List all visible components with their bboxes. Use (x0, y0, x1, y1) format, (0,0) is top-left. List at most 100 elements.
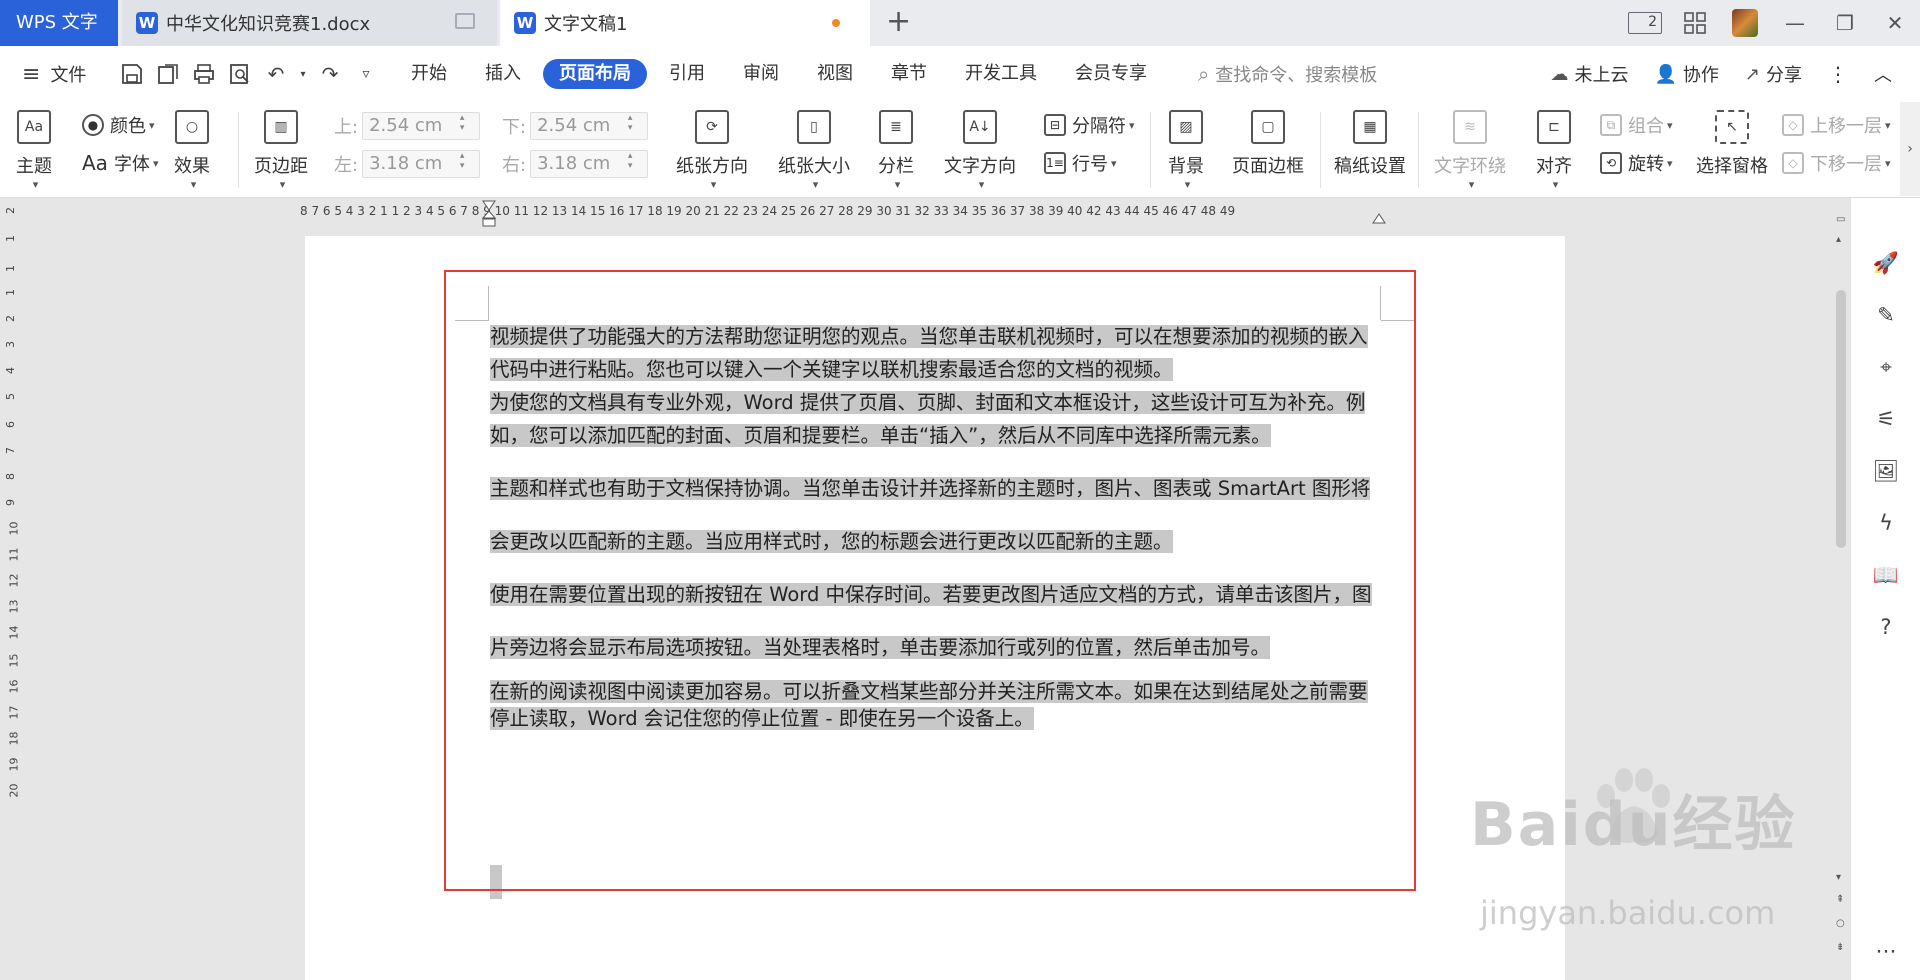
app-tab[interactable]: WPS 文字 (0, 0, 118, 46)
grid-icon[interactable] (1678, 8, 1712, 38)
selection-pane-button[interactable]: ↖ 选择窗格 (1696, 110, 1768, 178)
print-preview-icon[interactable] (226, 60, 254, 88)
previous-page-icon[interactable]: ⇞ (1836, 894, 1844, 905)
tab-home[interactable]: 开始 (395, 59, 463, 89)
tab-view[interactable]: 视图 (801, 59, 869, 89)
font-button[interactable]: Aa 字体 (82, 150, 158, 176)
sliders-icon[interactable]: ⚟ (1873, 406, 1899, 432)
scroll-down-icon[interactable]: ▾ (1836, 872, 1841, 883)
tab-references[interactable]: 引用 (653, 59, 721, 89)
hamburger-icon: ≡ (22, 61, 41, 87)
separator-button[interactable]: ⊟ 分隔符 (1044, 112, 1135, 138)
tab-member[interactable]: 会员专享 (1059, 59, 1163, 89)
group-button[interactable]: ⧉ 组合 (1600, 112, 1673, 138)
pen-icon[interactable]: ✎ (1873, 302, 1899, 328)
margins-button[interactable]: ▥ 页边距 (254, 110, 308, 191)
tab-review[interactable]: 审阅 (727, 59, 795, 89)
redo-icon[interactable]: ↷ (316, 60, 344, 88)
columns-button[interactable]: ≣ 分栏 (878, 110, 914, 191)
margin-top-input[interactable]: 2.54 cm (362, 112, 481, 140)
tab-page-layout[interactable]: 页面布局 (543, 59, 647, 89)
new-tab-button[interactable]: + (886, 4, 911, 40)
avatar[interactable] (1728, 8, 1762, 38)
save-as-icon[interactable] (154, 60, 182, 88)
margins-label: 页边距 (254, 156, 308, 177)
monitor-icon[interactable] (455, 13, 475, 29)
title-tab-bar: WPS 文字 W 中华文化知识竞赛1.docx W 文字文稿1 + 2 — ❐ … (0, 0, 1920, 46)
image-edit-icon[interactable]: 🖼 (1873, 458, 1900, 484)
draft-setting-button[interactable]: ▦ 稿纸设置 (1334, 110, 1406, 178)
share-button[interactable]: ↗ 分享 (1745, 61, 1802, 87)
send-backward-button[interactable]: ◇ 下移一层 (1782, 150, 1891, 176)
orientation-button[interactable]: ⟳ 纸张方向 (676, 110, 748, 191)
vertical-ruler-number: 8 (4, 473, 17, 480)
draft-grid-icon: ▦ (1353, 110, 1387, 144)
next-page-icon[interactable]: ⇟ (1836, 942, 1844, 953)
select-browse-object-icon[interactable]: ○ (1836, 918, 1845, 929)
scroll-up-icon[interactable]: ▴ (1836, 234, 1841, 245)
rotate-button[interactable]: ⟲ 旋转 (1600, 150, 1673, 176)
margin-top-label: 上: (334, 117, 359, 138)
cursor-icon[interactable]: ⌖ (1873, 354, 1899, 380)
text-wrap-label: 文字环绕 (1434, 156, 1506, 177)
layout-badge-icon[interactable]: 2 (1628, 8, 1662, 38)
split-view-icon[interactable]: ▭ (1836, 214, 1845, 225)
margin-left-field[interactable]: 左: 3.18 cm (334, 150, 481, 178)
document-tab-1[interactable]: W 中华文化知识竞赛1.docx (122, 0, 497, 46)
more-options-icon[interactable]: ⋯ (1873, 938, 1899, 964)
file-menu[interactable]: ≡ 文件 (22, 46, 86, 102)
margin-bottom-input[interactable]: 2.54 cm (530, 112, 649, 140)
ribbon-scroll-right-icon[interactable]: › (1900, 102, 1920, 196)
text-wrap-button[interactable]: ≋ 文字环绕 (1434, 110, 1506, 191)
margin-bottom-field[interactable]: 下: 2.54 cm (502, 112, 649, 140)
tab-insert[interactable]: 插入 (469, 59, 537, 89)
print-icon[interactable] (190, 60, 218, 88)
vertical-ruler[interactable]: 2 1 1 1 2 3 4 5 6 7 8 9 10 11 12 13 14 15 16 17 18 19 20 (0, 207, 22, 980)
theme-button[interactable]: Aa 主题 (16, 110, 52, 191)
collapse-ribbon-icon[interactable]: ︿ (1874, 61, 1892, 87)
undo-icon[interactable]: ↶ (262, 60, 290, 88)
vertical-ruler-number: 2 (4, 207, 17, 214)
rocket-icon[interactable]: 🚀 (1873, 250, 1899, 276)
restore-button[interactable]: ❐ (1828, 8, 1862, 38)
minimize-button[interactable]: — (1778, 8, 1812, 38)
page-border-label: 页面边框 (1232, 156, 1304, 177)
margin-left-input[interactable]: 3.18 cm (362, 150, 481, 178)
vertical-scrollbar[interactable]: ▭ ▴ ▾ ⇞ ○ ⇟ (1832, 214, 1850, 980)
margin-right-input[interactable]: 3.18 cm (530, 150, 649, 178)
paper-size-button[interactable]: ▯ 纸张大小 (778, 110, 850, 191)
scroll-thumb[interactable] (1836, 290, 1846, 548)
tab-developer[interactable]: 开发工具 (949, 59, 1053, 89)
margin-top-field[interactable]: 上: 2.54 cm (334, 112, 481, 140)
wps-writer-icon: W (136, 12, 158, 34)
close-button[interactable]: ✕ (1878, 8, 1912, 38)
background-button[interactable]: ▨ 背景 (1168, 110, 1204, 191)
text-direction-button[interactable]: A↓ 文字方向 (944, 110, 1016, 191)
cloud-status-button[interactable]: ☁ 未上云 (1550, 61, 1628, 87)
horizontal-ruler[interactable]: 8 7 6 5 4 3 2 1 1 2 3 4 5 6 7 8 9 10 11 … (0, 198, 1920, 228)
first-line-indent-marker[interactable] (482, 200, 496, 228)
customize-toolbar-icon[interactable]: ▿ (352, 60, 380, 88)
save-icon[interactable] (118, 60, 146, 88)
collaborate-button[interactable]: 👤 协作 (1654, 61, 1718, 87)
right-indent-marker[interactable] (1372, 210, 1386, 224)
page-border-button[interactable]: ▢ 页面边框 (1232, 110, 1304, 178)
vertical-ruler-number: 10 (7, 521, 21, 536)
color-button[interactable]: ● 颜色 (82, 112, 155, 138)
align-button[interactable]: ⊏ 对齐 (1536, 110, 1572, 191)
line-number-button[interactable]: 1≡ 行号 (1044, 150, 1117, 176)
book-search-icon[interactable]: 📖 (1873, 562, 1899, 588)
more-icon[interactable]: ⋮ (1828, 62, 1848, 86)
lightning-icon[interactable]: ϟ (1873, 510, 1899, 536)
bring-forward-button[interactable]: ◇ 上移一层 (1782, 112, 1891, 138)
margin-right-field[interactable]: 右: 3.18 cm (502, 150, 649, 178)
command-search-input[interactable]: ⌕ 查找命令、搜索模板 (1198, 59, 1377, 89)
help-icon[interactable]: ? (1873, 614, 1899, 640)
right-sidebar: 🚀 ✎ ⌖ ⚟ 🖼 ϟ 📖 ? ⋯ (1850, 198, 1920, 980)
undo-dropdown-icon[interactable]: ▾ (298, 60, 308, 88)
tab-chapter[interactable]: 章节 (875, 59, 943, 89)
user-icon: 👤 (1654, 63, 1677, 85)
effect-button[interactable]: ○ 效果 (174, 110, 210, 191)
vertical-ruler-number: 20 (7, 783, 21, 798)
document-tab-2[interactable]: W 文字文稿1 (500, 0, 870, 46)
